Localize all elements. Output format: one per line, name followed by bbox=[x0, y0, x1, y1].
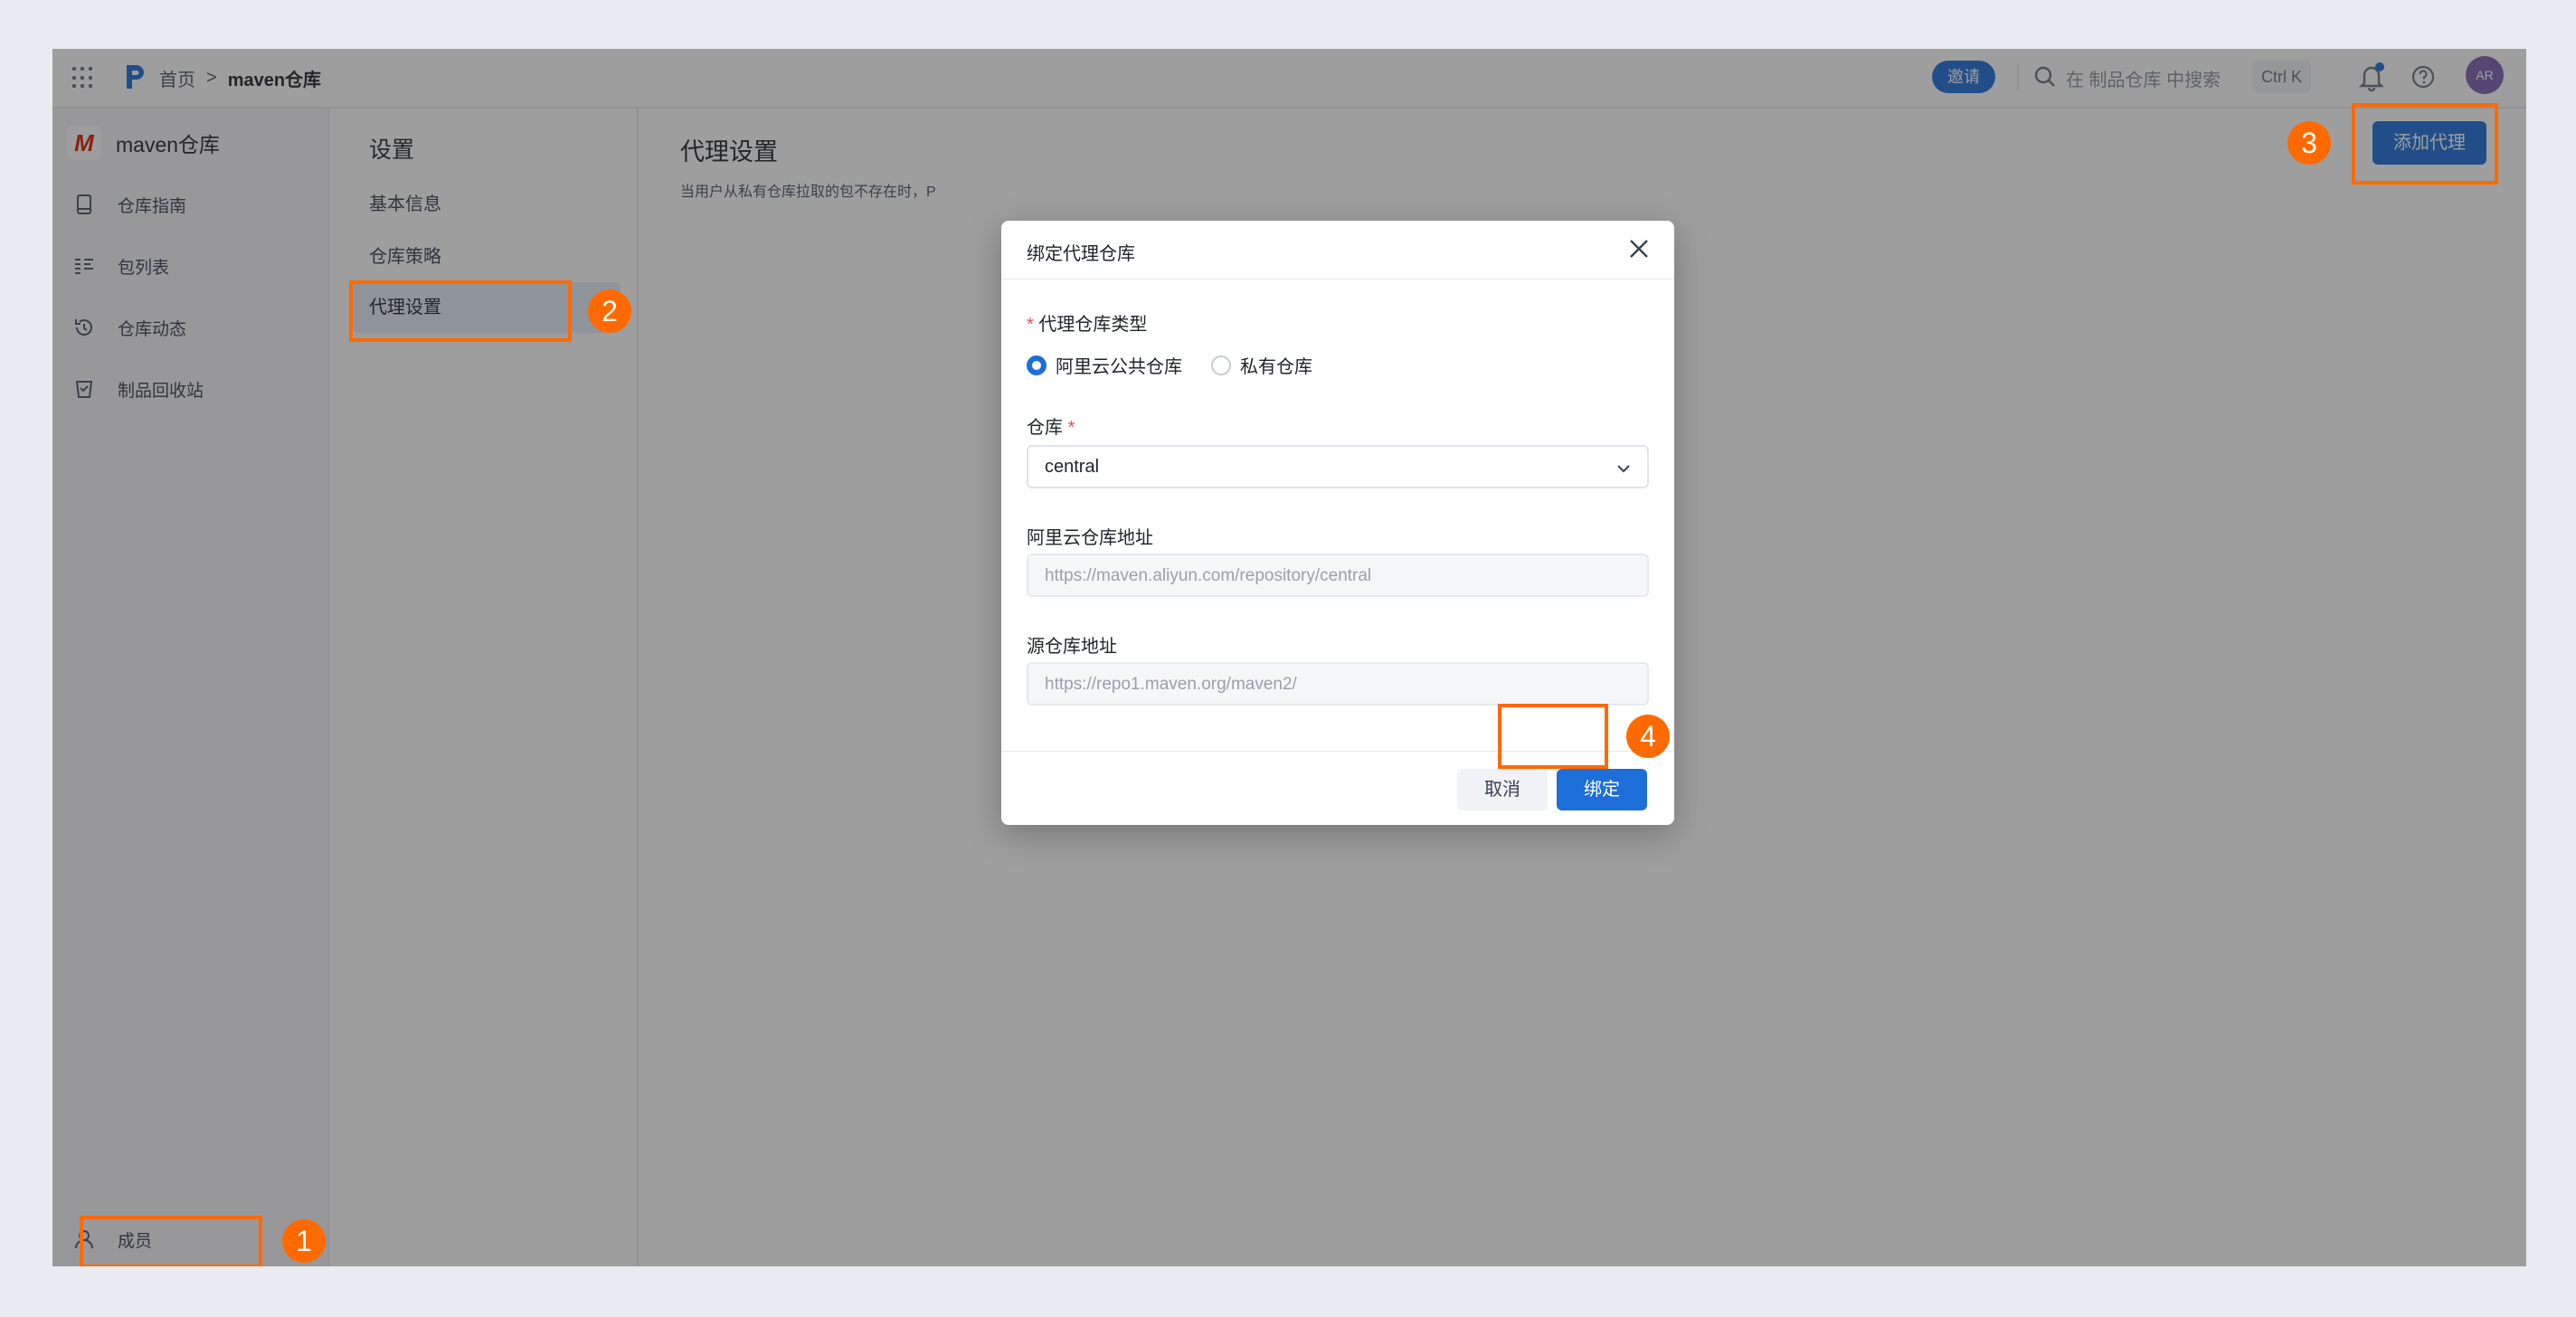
app-window: 首页 > maven仓库 邀请 在 制品仓库 中搜索 Ctrl K AR M m… bbox=[52, 49, 2526, 1266]
source-url-value: https://repo1.maven.org/maven2/ bbox=[1045, 675, 1297, 694]
repo-label-text: 仓库 bbox=[1027, 418, 1063, 438]
source-url-field: https://repo1.maven.org/maven2/ bbox=[1027, 662, 1649, 706]
radio-label: 阿里云公共仓库 bbox=[1056, 357, 1182, 377]
repo-label: 仓库 * bbox=[1027, 412, 1075, 439]
aliyun-url-value: https://maven.aliyun.com/repository/cent… bbox=[1045, 566, 1372, 585]
radio-aliyun-public[interactable]: 阿里云公共仓库 bbox=[1027, 352, 1182, 378]
source-url-label: 源仓库地址 bbox=[1027, 637, 1117, 657]
annotation-number-2: 2 bbox=[588, 289, 631, 333]
close-icon[interactable] bbox=[1627, 237, 1651, 261]
annotation-highlight-2 bbox=[349, 280, 572, 342]
chevron-down-icon bbox=[1617, 465, 1630, 473]
annotation-highlight-3 bbox=[2352, 103, 2498, 185]
divider bbox=[1001, 279, 1674, 280]
radio-checked-icon bbox=[1027, 355, 1046, 375]
required-mark: * bbox=[1027, 315, 1034, 335]
aliyun-url-label: 阿里云仓库地址 bbox=[1027, 528, 1153, 548]
aliyun-url-field: https://maven.aliyun.com/repository/cent… bbox=[1027, 554, 1649, 597]
cancel-button[interactable]: 取消 bbox=[1457, 769, 1548, 810]
dialog-title: 绑定代理仓库 bbox=[1027, 244, 1135, 264]
proxy-type-label: * 代理仓库类型 bbox=[1027, 309, 1147, 336]
radio-label: 私有仓库 bbox=[1240, 357, 1312, 377]
radio-unchecked-icon bbox=[1211, 355, 1231, 375]
repo-select[interactable]: central bbox=[1027, 445, 1649, 488]
annotation-number-1: 1 bbox=[282, 1219, 326, 1263]
annotation-highlight-4 bbox=[1498, 704, 1608, 769]
radio-private-repo[interactable]: 私有仓库 bbox=[1211, 352, 1312, 378]
annotation-number-4: 4 bbox=[1626, 715, 1670, 758]
bind-button[interactable]: 绑定 bbox=[1557, 769, 1647, 810]
repo-select-value: central bbox=[1045, 457, 1100, 477]
required-mark: * bbox=[1067, 418, 1075, 438]
annotation-highlight-1 bbox=[80, 1216, 262, 1266]
proxy-type-label-text: 代理仓库类型 bbox=[1038, 315, 1148, 335]
annotation-number-3: 3 bbox=[2287, 121, 2331, 165]
